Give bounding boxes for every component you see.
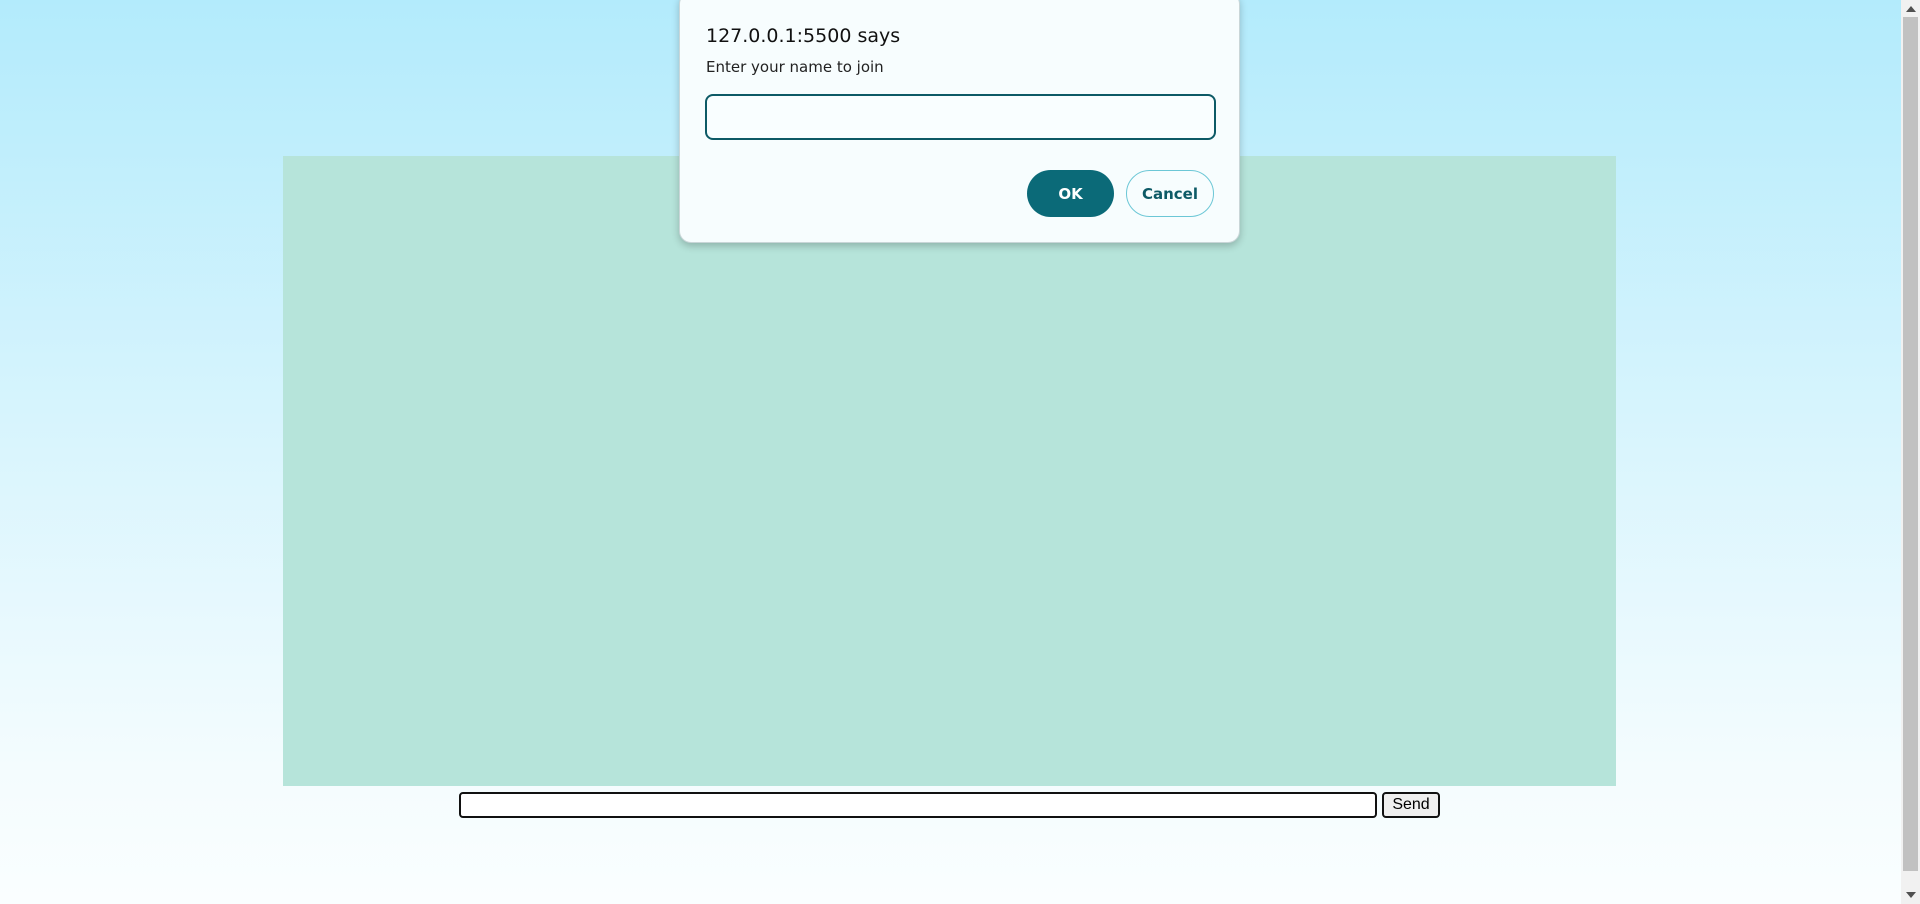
name-input[interactable]: [705, 94, 1216, 140]
cancel-button[interactable]: Cancel: [1126, 170, 1214, 217]
scroll-thumb[interactable]: [1903, 17, 1918, 871]
chat-messages-area: [283, 156, 1616, 786]
dialog-title: 127.0.0.1:5500 says: [706, 25, 901, 47]
scroll-down-arrow-icon[interactable]: [1906, 892, 1916, 898]
message-input[interactable]: [459, 792, 1377, 818]
dialog-message: Enter your name to join: [706, 58, 884, 76]
scroll-up-arrow-icon[interactable]: [1906, 6, 1916, 12]
ok-button[interactable]: OK: [1027, 170, 1114, 217]
prompt-dialog: 127.0.0.1:5500 says Enter your name to j…: [679, 0, 1240, 243]
send-button[interactable]: Send: [1382, 792, 1440, 818]
page-scrollbar[interactable]: [1901, 0, 1920, 904]
